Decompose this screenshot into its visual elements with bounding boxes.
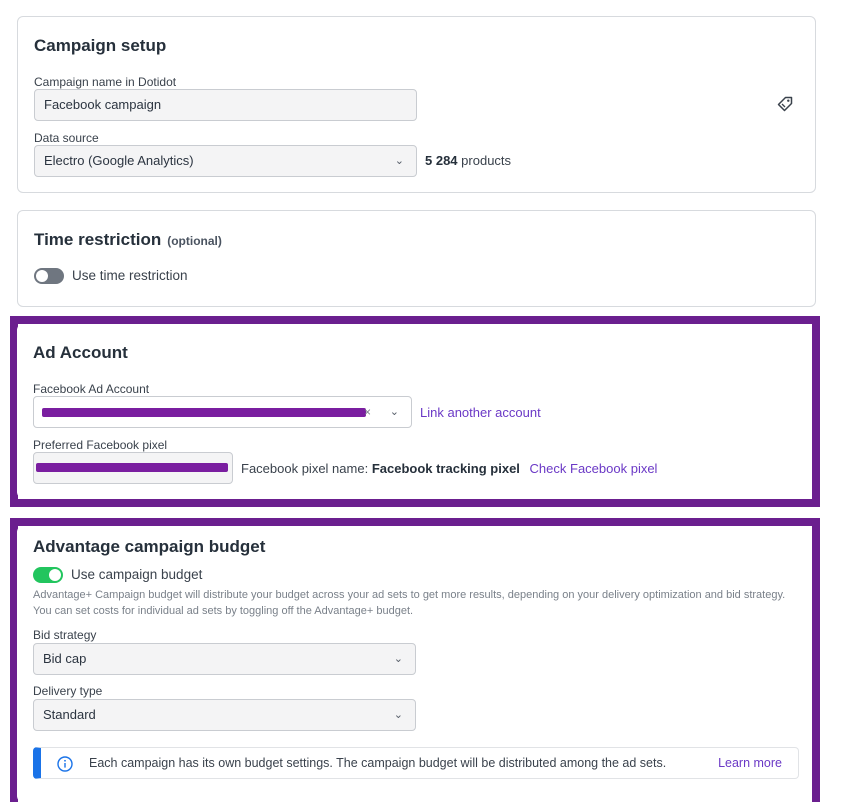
- delivery-type-label: Delivery type: [33, 684, 103, 698]
- campaign-budget-toggle-label: Use campaign budget: [71, 567, 203, 582]
- pixel-select[interactable]: [33, 452, 233, 484]
- campaign-budget-toggle[interactable]: [33, 567, 63, 583]
- info-icon: [57, 756, 73, 772]
- chevron-down-icon: ⌄: [393, 709, 403, 721]
- campaign-name-value: Facebook campaign: [44, 97, 162, 112]
- time-restriction-toggle[interactable]: [34, 268, 64, 284]
- campaign-name-label: Campaign name in Dotidot: [34, 75, 177, 89]
- learn-more-link[interactable]: Learn more: [718, 748, 782, 778]
- chevron-down-icon: ⌄: [393, 653, 403, 665]
- time-restriction-title: Time restriction (optional): [34, 230, 222, 249]
- time-restriction-card: Time restriction (optional) Use time rest…: [17, 210, 816, 307]
- optional-badge: (optional): [167, 234, 222, 248]
- delivery-type-value: Standard: [43, 707, 96, 722]
- info-text: Each campaign has its own budget setting…: [89, 756, 667, 770]
- bid-strategy-value: Bid cap: [43, 651, 87, 666]
- data-source-label: Data source: [34, 131, 99, 145]
- delivery-type-select[interactable]: Standard ⌄: [33, 699, 416, 731]
- bid-strategy-label: Bid strategy: [33, 628, 97, 642]
- data-source-value: Electro (Google Analytics): [44, 153, 194, 168]
- campaign-setup-title: Campaign setup: [34, 36, 167, 55]
- pixel-label: Preferred Facebook pixel: [33, 438, 168, 452]
- campaign-name-input[interactable]: Facebook campaign: [34, 89, 417, 121]
- products-count: 5 284 products: [425, 153, 512, 168]
- budget-description: Advantage+ Campaign budget will distribu…: [33, 589, 786, 617]
- check-pixel-link[interactable]: Check Facebook pixel: [530, 461, 658, 476]
- bid-strategy-select[interactable]: Bid cap ⌄: [33, 643, 416, 675]
- time-restriction-toggle-label: Use time restriction: [72, 268, 188, 283]
- ad-account-card: Ad Account Facebook Ad Account × ⌄ Link …: [17, 324, 812, 498]
- link-another-account[interactable]: Link another account: [420, 405, 541, 420]
- clear-icon[interactable]: ×: [364, 397, 371, 427]
- ad-account-label: Facebook Ad Account: [33, 382, 150, 396]
- pixel-name-line: Facebook pixel name: Facebook tracking p…: [241, 461, 658, 476]
- info-banner: Each campaign has its own budget setting…: [33, 747, 799, 779]
- ad-account-select[interactable]: × ⌄: [33, 396, 412, 428]
- ad-account-title: Ad Account: [33, 343, 128, 362]
- redacted-account-mark: [42, 408, 366, 417]
- budget-card: Advantage campaign budget Use campaign b…: [17, 526, 812, 802]
- campaign-setup-card: Campaign setup Campaign name in Dotidot …: [17, 16, 816, 193]
- redacted-pixel-mark: [36, 463, 228, 472]
- data-source-select[interactable]: Electro (Google Analytics) ⌄: [34, 145, 417, 177]
- chevron-down-icon: ⌄: [394, 155, 404, 167]
- tag-icon[interactable]: [776, 95, 794, 113]
- budget-title: Advantage campaign budget: [33, 537, 266, 556]
- chevron-down-icon: ⌄: [389, 406, 399, 418]
